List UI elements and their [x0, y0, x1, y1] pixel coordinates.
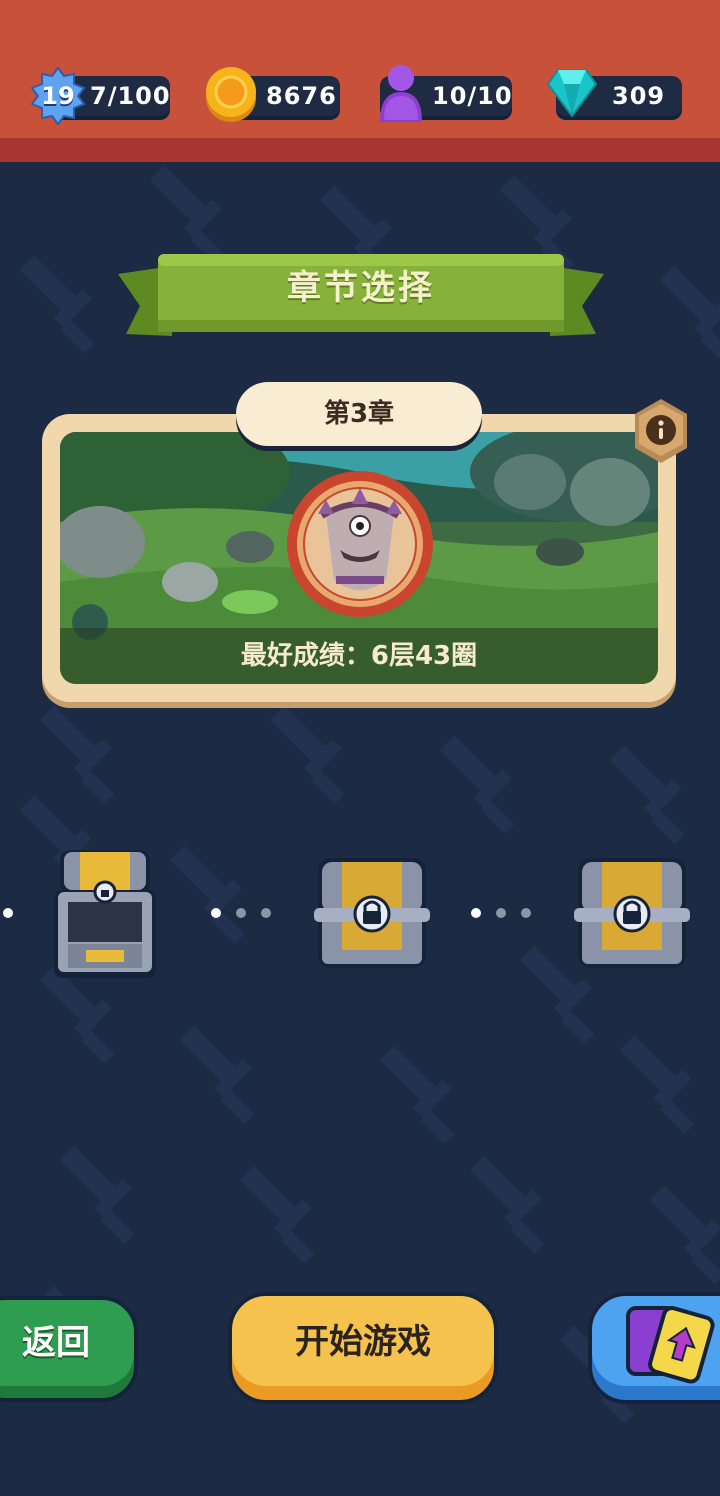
info-icon[interactable] [626, 396, 696, 466]
page-title: 章节选择 [287, 268, 435, 308]
chapter-label: 第3章 [236, 382, 482, 446]
reward-chest-locked-2[interactable] [572, 856, 692, 970]
card-upgrade-icon [626, 1306, 715, 1384]
start-game-label: 开始游戏 [295, 1322, 431, 1362]
gems-value: 309 [612, 82, 666, 110]
top-bar-edge [0, 138, 720, 162]
stamina-person-icon [380, 65, 422, 122]
reward-chest-opened[interactable] [52, 846, 158, 980]
level-value: 19 [41, 82, 75, 110]
reward-chest-locked[interactable] [312, 856, 432, 970]
coins-value: 8676 [266, 82, 337, 110]
coin-icon [206, 67, 256, 122]
top-bar [0, 0, 720, 138]
gem-icon [546, 69, 598, 118]
xp-value: 7/100 [90, 82, 171, 110]
back-button[interactable]: 返回 [0, 1296, 138, 1402]
best-score: 最好成绩：6层43圈 [240, 641, 478, 671]
cards-button[interactable] [588, 1292, 720, 1404]
boss-portrait[interactable] [286, 470, 434, 618]
stamina-value: 10/10 [432, 82, 513, 110]
back-button-label: 返回 [22, 1323, 90, 1363]
start-game-button[interactable]: 开始游戏 [228, 1292, 498, 1404]
